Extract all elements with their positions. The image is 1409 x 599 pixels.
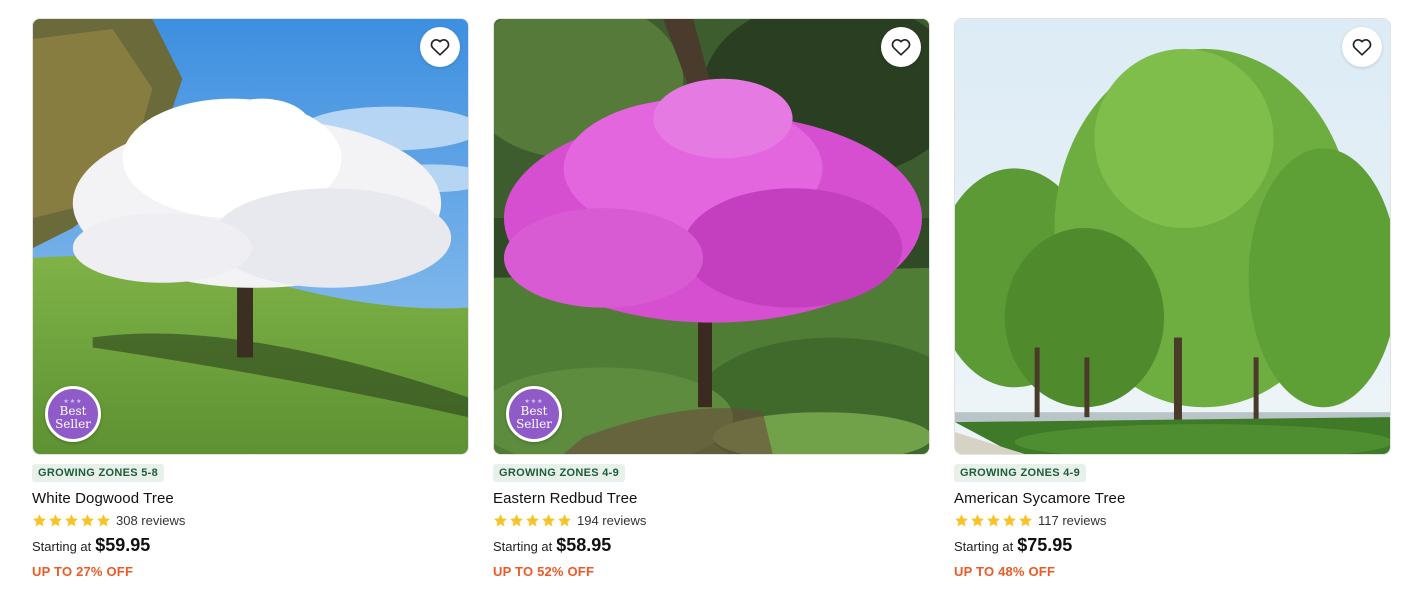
star-icon — [558, 514, 571, 527]
badge-line1: Best — [520, 403, 548, 418]
review-count[interactable]: 308 reviews — [116, 513, 185, 528]
star-icon — [526, 514, 539, 527]
star-icon — [955, 514, 968, 527]
rating-row[interactable]: 194 reviews — [493, 513, 930, 528]
growing-zones-tag: GROWING ZONES 5-8 — [32, 464, 164, 482]
badge-line2: Seller — [55, 416, 91, 431]
product-grid: ★★★ Best Seller GROWING ZONES 5-8 White … — [0, 0, 1409, 599]
product-card[interactable]: ★★★ Best Seller GROWING ZONES 5-8 White … — [32, 18, 469, 579]
rating-row[interactable]: 117 reviews — [954, 513, 1391, 528]
product-image[interactable]: ★★★ Best Seller — [493, 18, 930, 455]
star-rating — [493, 513, 572, 528]
white-dogwood-photo — [33, 19, 468, 454]
star-icon — [33, 514, 46, 527]
wishlist-button[interactable] — [420, 27, 460, 67]
product-image[interactable]: ★★★ Best Seller — [32, 18, 469, 455]
growing-zones-tag: GROWING ZONES 4-9 — [493, 464, 625, 482]
best-seller-badge: ★★★ Best Seller — [45, 386, 101, 442]
price-row: Starting at $75.95 — [954, 535, 1391, 556]
star-icon — [971, 514, 984, 527]
price: $59.95 — [95, 535, 151, 555]
heart-outline-icon — [1352, 39, 1372, 56]
product-title[interactable]: White Dogwood Tree — [32, 490, 469, 507]
star-icon — [1019, 514, 1032, 527]
review-count[interactable]: 117 reviews — [1038, 513, 1106, 528]
price: $58.95 — [556, 535, 612, 555]
product-title[interactable]: American Sycamore Tree — [954, 490, 1391, 507]
starting-at-label: Starting at — [32, 539, 92, 554]
star-icon — [49, 514, 62, 527]
star-icon — [65, 514, 78, 527]
star-icon — [510, 514, 523, 527]
product-image[interactable] — [954, 18, 1391, 455]
star-rating — [32, 513, 111, 528]
price: $75.95 — [1017, 535, 1073, 555]
product-card[interactable]: GROWING ZONES 4-9 American Sycamore Tree… — [954, 18, 1391, 579]
heart-outline-icon — [430, 39, 450, 56]
starting-at-label: Starting at — [493, 539, 553, 554]
badge-line2: Seller — [516, 416, 552, 431]
star-icon — [542, 514, 555, 527]
wishlist-button[interactable] — [881, 27, 921, 67]
star-icon — [97, 514, 110, 527]
discount-label: UP TO 52% OFF — [493, 564, 595, 579]
eastern-redbud-photo — [494, 19, 929, 454]
best-seller-badge: ★★★ Best Seller — [506, 386, 562, 442]
discount-label: UP TO 27% OFF — [32, 564, 134, 579]
star-icon — [1003, 514, 1016, 527]
star-rating — [954, 513, 1033, 528]
discount-label: UP TO 48% OFF — [954, 564, 1056, 579]
wishlist-button[interactable] — [1342, 27, 1382, 67]
price-row: Starting at $59.95 — [32, 535, 469, 556]
product-card[interactable]: ★★★ Best Seller GROWING ZONES 4-9 Easter… — [493, 18, 930, 579]
heart-outline-icon — [891, 39, 911, 56]
growing-zones-tag: GROWING ZONES 4-9 — [954, 464, 1086, 482]
starting-at-label: Starting at — [954, 539, 1014, 554]
badge-line1: Best — [59, 403, 87, 418]
rating-row[interactable]: 308 reviews — [32, 513, 469, 528]
star-icon — [494, 514, 507, 527]
price-row: Starting at $58.95 — [493, 535, 930, 556]
product-title[interactable]: Eastern Redbud Tree — [493, 490, 930, 507]
review-count[interactable]: 194 reviews — [577, 513, 646, 528]
american-sycamore-photo — [955, 19, 1390, 454]
star-icon — [81, 514, 94, 527]
star-icon — [987, 514, 1000, 527]
